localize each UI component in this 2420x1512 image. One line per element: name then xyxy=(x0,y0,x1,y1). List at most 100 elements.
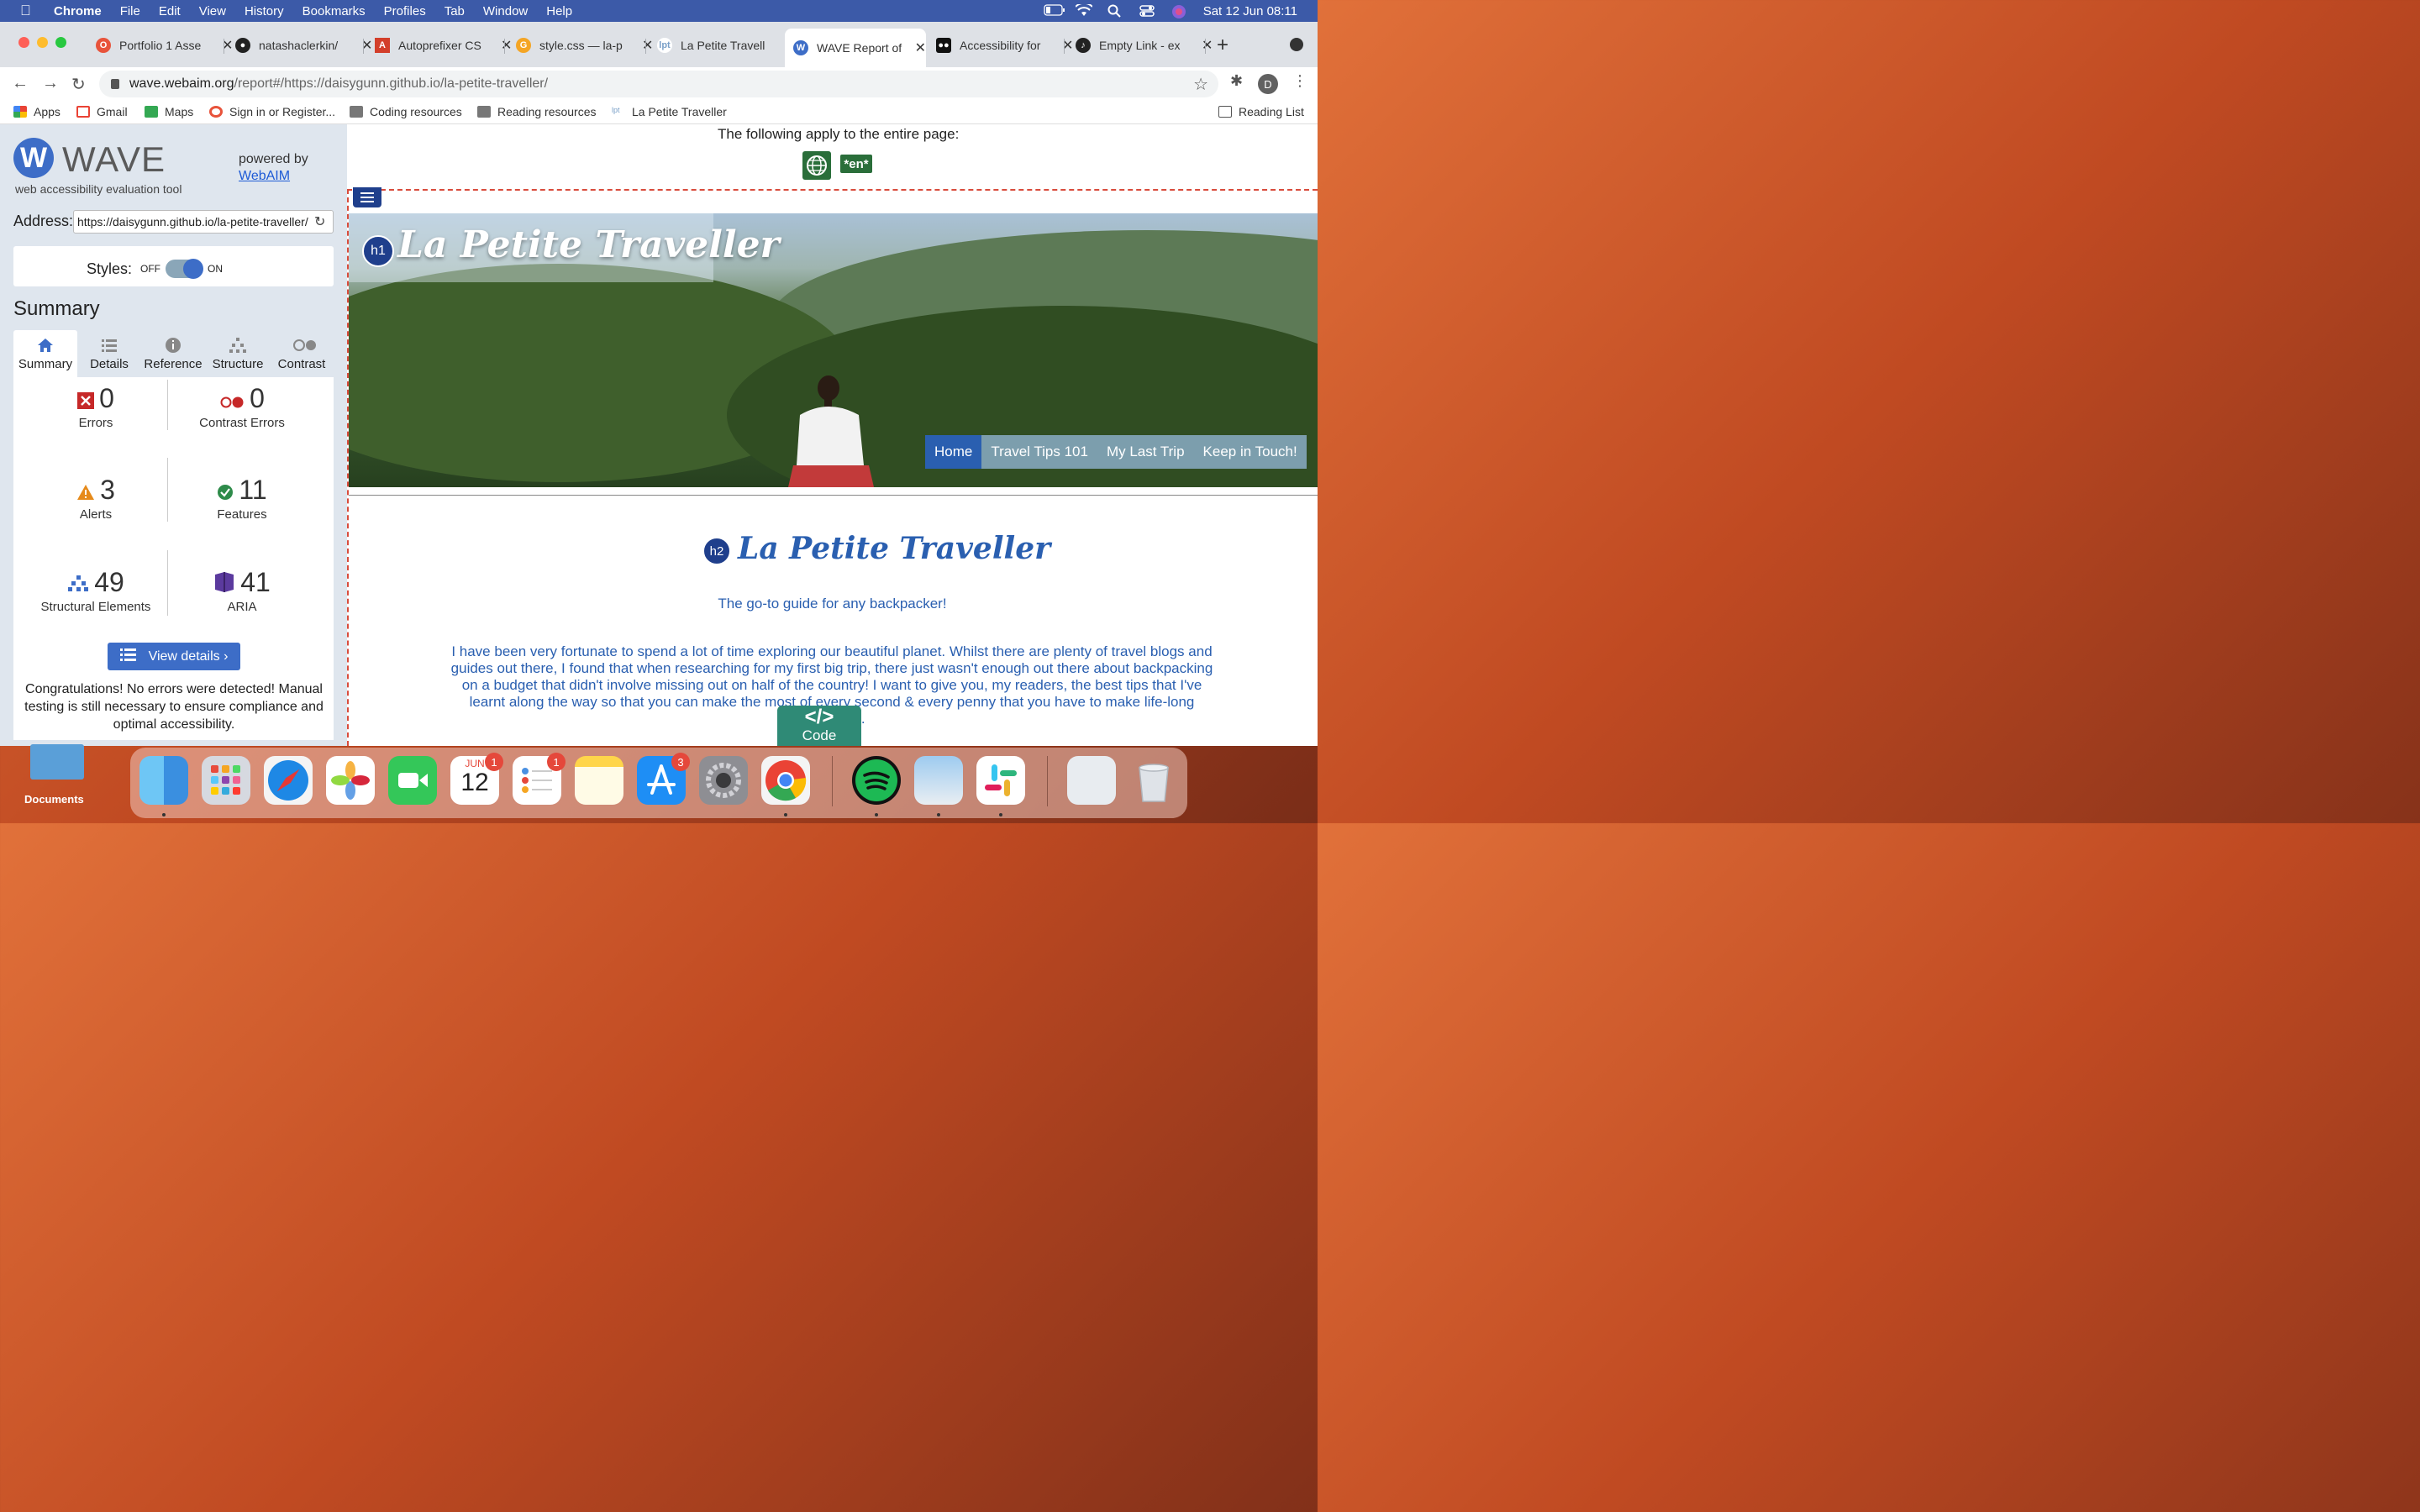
forward-arrow-icon[interactable]: → xyxy=(42,74,59,93)
lock-icon[interactable] xyxy=(111,79,119,89)
bookmark-label: Gmail xyxy=(97,105,128,118)
stat-alerts[interactable]: 3 Alerts xyxy=(29,475,163,522)
h1-badge-icon[interactable]: h1 xyxy=(362,235,394,267)
minimize-window-button[interactable] xyxy=(37,37,48,48)
h2-badge-icon[interactable]: h2 xyxy=(702,537,731,565)
language-globe-icon[interactable] xyxy=(802,151,831,180)
stat-contrast-errors[interactable]: 0 Contrast Errors xyxy=(175,383,309,430)
menu-app-chrome[interactable]: Chrome xyxy=(54,4,102,18)
spotlight-search-icon[interactable] xyxy=(1107,4,1124,18)
address-input[interactable]: https://daisygunn.github.io/la-petite-tr… xyxy=(73,210,334,234)
menu-profiles[interactable]: Profiles xyxy=(384,4,426,18)
downloads-stack-icon[interactable] xyxy=(1067,756,1116,805)
stat-structural-elements[interactable]: 49 Structural Elements xyxy=(20,567,171,614)
wave-tab-structure[interactable]: Structure xyxy=(206,330,270,377)
bookmark-star-icon[interactable]: ☆ xyxy=(1193,74,1208,95)
bookmark-gmail[interactable]: Gmail xyxy=(76,105,128,118)
tab-wave-report[interactable]: W WAVE Report of ✕ xyxy=(785,29,926,67)
finder-icon[interactable] xyxy=(139,756,188,805)
wave-tab-summary[interactable]: Summary xyxy=(13,330,77,377)
zoom-window-button[interactable] xyxy=(55,37,66,48)
documents-folder-label[interactable]: Documents xyxy=(24,793,84,806)
profile-avatar[interactable]: D xyxy=(1258,74,1278,94)
preview-icon[interactable] xyxy=(914,756,963,805)
language-badge[interactable]: *en* xyxy=(840,155,872,173)
tab-accessibility[interactable]: ●● Accessibility for ✕ xyxy=(928,30,1073,60)
stat-aria[interactable]: 41 ARIA xyxy=(175,567,309,614)
bookmark-folder-reading[interactable]: Reading resources xyxy=(477,105,597,118)
address-refresh-icon[interactable]: ↻ xyxy=(314,213,325,230)
bookmark-folder-coding[interactable]: Coding resources xyxy=(350,105,462,118)
view-details-button[interactable]: View details › xyxy=(108,643,240,670)
menu-window[interactable]: Window xyxy=(483,4,528,18)
bookmark-la-petite-traveller[interactable]: lpt La Petite Traveller xyxy=(612,105,727,118)
menu-bookmarks[interactable]: Bookmarks xyxy=(302,4,366,18)
tab-github[interactable]: ● natashaclerkin/ ✕ xyxy=(227,30,372,60)
code-label: Code xyxy=(802,727,837,743)
wave-subtitle: web accessibility evaluation tool xyxy=(15,182,182,196)
back-arrow-icon[interactable]: ← xyxy=(12,74,29,93)
launchpad-icon[interactable] xyxy=(202,756,250,805)
facetime-icon[interactable] xyxy=(388,756,437,805)
tab-autoprefixer[interactable]: A Autoprefixer CS ✕ xyxy=(366,30,512,60)
close-tab-icon[interactable]: ✕ xyxy=(915,39,926,56)
menubar-clock[interactable]: Sat 12 Jun 08:11 xyxy=(1203,4,1297,18)
tab-portfolio[interactable]: O Portfolio 1 Asse ✕ xyxy=(87,30,233,60)
nav-travel-tips[interactable]: Travel Tips 101 xyxy=(981,435,1097,469)
wifi-icon[interactable] xyxy=(1074,2,1093,18)
stat-features[interactable]: 11 Features xyxy=(175,475,309,522)
wave-tab-details[interactable]: Details xyxy=(77,330,141,377)
hero-title: La Petite Traveller xyxy=(397,223,780,266)
menu-history[interactable]: History xyxy=(245,4,284,18)
bookmark-apps[interactable]: Apps xyxy=(13,105,60,118)
system-preferences-gear-icon[interactable] xyxy=(699,756,748,805)
trash-icon[interactable] xyxy=(1129,756,1178,805)
aria-label: ARIA xyxy=(227,600,257,615)
contrast-error-icon xyxy=(219,385,245,416)
close-window-button[interactable] xyxy=(18,37,29,48)
styles-toggle-knob[interactable] xyxy=(183,259,203,279)
menu-file[interactable]: File xyxy=(120,4,140,18)
safari-compass-icon[interactable] xyxy=(264,756,313,805)
slack-icon[interactable] xyxy=(976,756,1025,805)
new-tab-plus-icon[interactable]: + xyxy=(1217,34,1228,57)
bookmark-sign-in[interactable]: Sign in or Register... xyxy=(209,105,335,118)
nav-keep-in-touch[interactable]: Keep in Touch! xyxy=(1194,435,1307,469)
bookmark-maps[interactable]: Maps xyxy=(145,105,193,118)
spotify-icon[interactable] xyxy=(852,756,901,805)
reading-list-button[interactable]: Reading List xyxy=(1218,105,1304,118)
address-bar[interactable]: wave.webaim.org/report#/https://daisygun… xyxy=(99,71,1218,97)
close-tab-icon[interactable]: ✕ xyxy=(1202,37,1213,54)
menu-tab[interactable]: Tab xyxy=(445,4,465,18)
notes-icon[interactable] xyxy=(575,756,623,805)
styles-on-label: ON xyxy=(208,263,223,275)
stat-errors[interactable]: 0 Errors xyxy=(29,383,163,430)
tab-search-chevron-icon[interactable] xyxy=(1290,38,1303,51)
chrome-menu-kebab-icon[interactable]: ⋮ xyxy=(1292,72,1307,90)
code-toggle-button[interactable]: </> Code xyxy=(777,706,861,746)
stat-divider xyxy=(167,458,168,522)
errors-label: Errors xyxy=(78,416,113,431)
reload-icon[interactable]: ↻ xyxy=(71,74,86,95)
control-center-icon[interactable] xyxy=(1139,4,1156,18)
chrome-icon[interactable] xyxy=(761,756,810,805)
apple-menu-icon[interactable]:  xyxy=(20,3,37,18)
tab-la-petite-traveller[interactable]: lpt La Petite Travell ✕ xyxy=(649,30,794,60)
menu-edit[interactable]: Edit xyxy=(159,4,181,18)
menu-view[interactable]: View xyxy=(199,4,226,18)
tab-style-css[interactable]: G style.css — la-p ✕ xyxy=(508,30,653,60)
documents-folder-icon[interactable] xyxy=(30,744,84,780)
menu-help[interactable]: Help xyxy=(546,4,572,18)
photos-icon[interactable] xyxy=(326,756,375,805)
nav-my-last-trip[interactable]: My Last Trip xyxy=(1097,435,1194,469)
tab-empty-link[interactable]: ♪ Empty Link - ex ✕ xyxy=(1067,30,1213,60)
nav-home[interactable]: Home xyxy=(925,435,982,469)
extensions-puzzle-icon[interactable]: ✱ xyxy=(1230,72,1243,90)
wave-tab-reference[interactable]: Reference xyxy=(141,330,205,377)
webaim-link[interactable]: WebAIM xyxy=(239,169,290,184)
battery-icon[interactable] xyxy=(1044,4,1065,18)
dock-separator xyxy=(832,756,833,806)
header-structure-icon[interactable] xyxy=(353,187,381,207)
wave-tab-contrast[interactable]: Contrast xyxy=(270,330,334,377)
siri-icon[interactable] xyxy=(1171,4,1188,18)
